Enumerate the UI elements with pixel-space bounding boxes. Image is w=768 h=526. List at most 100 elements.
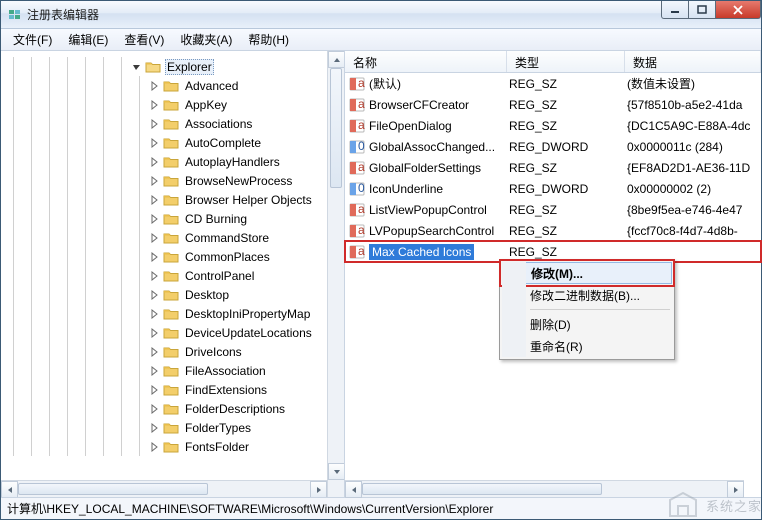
tree-node[interactable]: DeviceUpdateLocations: [1, 323, 344, 342]
list-row[interactable]: 011IconUnderline REG_DWORD 0x00000002 (2…: [345, 178, 761, 199]
scroll-left-button[interactable]: [1, 481, 18, 497]
menu-delete[interactable]: 删除(D): [502, 313, 672, 335]
tree-node-label: Browser Helper Objects: [183, 193, 314, 207]
menu-modify[interactable]: 修改(M)...: [502, 262, 672, 284]
expand-icon[interactable]: [149, 346, 161, 358]
expand-icon[interactable]: [149, 365, 161, 377]
close-button[interactable]: [715, 1, 761, 19]
tree-node[interactable]: CD Burning: [1, 209, 344, 228]
list-row[interactable]: abFileOpenDialog REG_SZ {DC1C5A9C-E88A-4…: [345, 115, 761, 136]
tree-node[interactable]: FolderTypes: [1, 418, 344, 437]
svg-text:ab: ab: [358, 244, 365, 258]
titlebar[interactable]: 注册表编辑器: [1, 1, 761, 29]
menu-view[interactable]: 查看(V): [116, 29, 172, 50]
list-header: 名称 类型 数据: [345, 51, 761, 73]
tree-node-label: FontsFolder: [183, 440, 251, 454]
tree-node-label: AutoplayHandlers: [183, 155, 282, 169]
expand-icon[interactable]: [131, 61, 143, 73]
expand-icon[interactable]: [149, 156, 161, 168]
tree-node[interactable]: CommandStore: [1, 228, 344, 247]
expand-icon[interactable]: [149, 137, 161, 149]
tree-hscroll[interactable]: [1, 480, 327, 497]
tree-node[interactable]: AutoplayHandlers: [1, 152, 344, 171]
expand-icon[interactable]: [149, 289, 161, 301]
scroll-right-button[interactable]: [310, 481, 327, 497]
tree-panel: ExplorerAdvancedAppKeyAssociationsAutoCo…: [1, 51, 345, 497]
scroll-down-button[interactable]: [328, 463, 345, 480]
minimize-button[interactable]: [661, 1, 689, 19]
value-data: {fccf70c8-f4d7-4d8b-: [625, 224, 761, 238]
tree-node[interactable]: Advanced: [1, 76, 344, 95]
menubar: 文件(F) 编辑(E) 查看(V) 收藏夹(A) 帮助(H): [1, 29, 761, 51]
tree-node-explorer[interactable]: Explorer: [1, 57, 344, 76]
list-row[interactable]: abLVPopupSearchControl REG_SZ {fccf70c8-…: [345, 220, 761, 241]
list-row[interactable]: abListViewPopupControl REG_SZ {8be9f5ea-…: [345, 199, 761, 220]
tree-node[interactable]: Associations: [1, 114, 344, 133]
tree-node[interactable]: FolderDescriptions: [1, 399, 344, 418]
tree-node[interactable]: BrowseNewProcess: [1, 171, 344, 190]
value-type: REG_DWORD: [507, 182, 625, 196]
expand-icon[interactable]: [149, 99, 161, 111]
menu-favorites[interactable]: 收藏夹(A): [172, 29, 240, 50]
scroll-right-button[interactable]: [727, 481, 744, 498]
tree-hscroll-thumb[interactable]: [18, 483, 208, 495]
list-hscroll[interactable]: [345, 480, 744, 497]
menu-file[interactable]: 文件(F): [5, 29, 60, 50]
list-row[interactable]: abGlobalFolderSettings REG_SZ {EF8AD2D1-…: [345, 157, 761, 178]
tree-node[interactable]: FileAssociation: [1, 361, 344, 380]
expand-icon[interactable]: [149, 194, 161, 206]
expand-icon[interactable]: [149, 403, 161, 415]
tree-node[interactable]: DesktopIniPropertyMap: [1, 304, 344, 323]
expand-icon[interactable]: [149, 327, 161, 339]
scroll-up-button[interactable]: [328, 51, 345, 68]
column-data[interactable]: 数据: [625, 51, 761, 72]
tree-node[interactable]: Desktop: [1, 285, 344, 304]
scroll-left-button[interactable]: [345, 481, 362, 498]
menu-edit[interactable]: 编辑(E): [60, 29, 116, 50]
app-icon: [7, 7, 23, 23]
expand-icon[interactable]: [149, 441, 161, 453]
tree-node[interactable]: CommonPlaces: [1, 247, 344, 266]
folder-icon: [163, 98, 179, 112]
expand-icon[interactable]: [149, 384, 161, 396]
svg-text:ab: ab: [358, 202, 365, 216]
expand-icon[interactable]: [149, 270, 161, 282]
column-type[interactable]: 类型: [507, 51, 625, 72]
expand-icon[interactable]: [149, 422, 161, 434]
expand-icon[interactable]: [149, 118, 161, 130]
maximize-button[interactable]: [688, 1, 716, 19]
expand-icon[interactable]: [149, 308, 161, 320]
tree-vscroll[interactable]: [327, 51, 344, 497]
tree-node[interactable]: FontsFolder: [1, 437, 344, 456]
svg-text:ab: ab: [358, 97, 365, 111]
tree-node[interactable]: Browser Helper Objects: [1, 190, 344, 209]
menu-rename[interactable]: 重命名(R): [502, 335, 672, 357]
list-hscroll-thumb[interactable]: [362, 483, 602, 495]
list-row[interactable]: ab(默认) REG_SZ (数值未设置): [345, 73, 761, 94]
folder-icon: [163, 326, 179, 340]
expand-icon[interactable]: [149, 213, 161, 225]
expand-icon[interactable]: [149, 232, 161, 244]
tree-node[interactable]: ControlPanel: [1, 266, 344, 285]
list-row[interactable]: 011GlobalAssocChanged... REG_DWORD 0x000…: [345, 136, 761, 157]
list-row[interactable]: abBrowserCFCreator REG_SZ {57f8510b-a5e2…: [345, 94, 761, 115]
svg-text:ab: ab: [358, 160, 365, 174]
expand-icon[interactable]: [149, 175, 161, 187]
tree-vscroll-thumb[interactable]: [330, 68, 342, 188]
tree-node[interactable]: AutoComplete: [1, 133, 344, 152]
tree-node[interactable]: DriveIcons: [1, 342, 344, 361]
expand-icon[interactable]: [149, 80, 161, 92]
tree-node[interactable]: AppKey: [1, 95, 344, 114]
value-type: REG_SZ: [507, 161, 625, 175]
context-menu-sep: [530, 309, 670, 310]
folder-icon: [163, 250, 179, 264]
tree-node-label: FileAssociation: [183, 364, 268, 378]
dword-icon: 011: [349, 181, 365, 197]
menu-modify-binary[interactable]: 修改二进制数据(B)...: [502, 284, 672, 306]
string-icon: ab: [349, 118, 365, 134]
tree-node[interactable]: FindExtensions: [1, 380, 344, 399]
menu-help[interactable]: 帮助(H): [240, 29, 297, 50]
expand-icon[interactable]: [149, 251, 161, 263]
window-title: 注册表编辑器: [27, 6, 99, 23]
column-name[interactable]: 名称: [345, 51, 507, 72]
